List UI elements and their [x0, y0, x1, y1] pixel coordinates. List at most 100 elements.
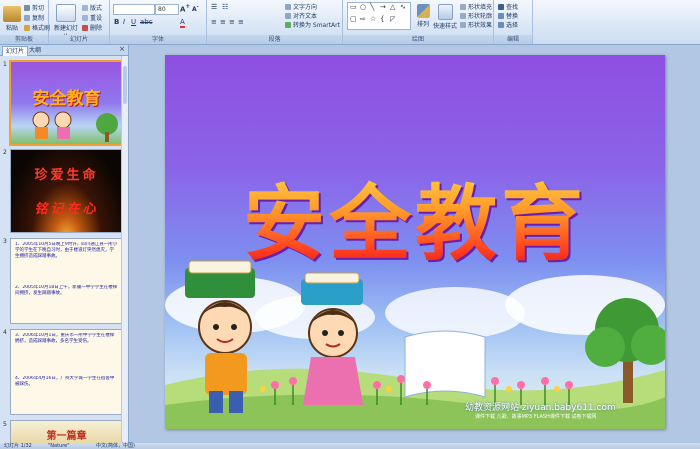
oval-icon: ○ — [360, 3, 367, 11]
current-slide[interactable]: 安全教育 幼教资源网站 ziyuan.baby611.com 课件下载 儿歌、故… — [165, 55, 665, 429]
layout-icon — [82, 5, 88, 11]
shape-outline-button[interactable]: 形状轮廓 — [460, 11, 492, 20]
grow-font-icon[interactable]: A+ — [180, 4, 190, 13]
thumb-kids-illustration — [32, 111, 118, 142]
cursor-icon — [498, 22, 504, 28]
slide-thumbnail-4[interactable]: 3、2006年10月1日，重庆市一所中学学生在楼梯拥挤，造成踩踏事故，多名学生受… — [10, 329, 123, 415]
watermark: 幼教资源网站 ziyuan.baby611.com — [465, 403, 616, 413]
font-name-field[interactable] — [113, 4, 155, 15]
numbering-icon[interactable]: ☷ — [222, 3, 228, 11]
effects-icon — [460, 22, 466, 28]
bullets-icon[interactable]: ☰ — [211, 3, 217, 11]
layout-button[interactable]: 版式 — [82, 3, 102, 12]
copy-button[interactable]: 复制 — [24, 13, 44, 22]
align-left-icon[interactable]: ≡ — [211, 18, 217, 26]
rounded-rect-icon: ▢ — [350, 15, 357, 23]
slide-thumbnail-3[interactable]: 1、2005年10月5日晚上9时许，四川通江县一所小学的学生在下晚自习时，由于楼… — [10, 238, 123, 324]
editing-group: 查找 替换 选择 编辑 — [494, 0, 533, 44]
pane-scroll-thumb[interactable] — [123, 66, 127, 104]
italic-icon[interactable]: I — [123, 18, 125, 26]
drawing-label: 绘图 — [343, 35, 493, 44]
paragraph-label: 段落 — [207, 35, 342, 44]
smartart-icon — [285, 22, 291, 28]
theme-name: "Nature" — [48, 443, 70, 449]
language-indicator[interactable]: 中文(简体，中国) — [96, 443, 135, 449]
star-icon: ☆ — [370, 15, 377, 23]
bold-icon[interactable]: B — [114, 18, 119, 26]
brace-icon: { — [380, 15, 385, 23]
align-right-icon[interactable]: ≡ — [229, 18, 235, 26]
thumb-bullet: 2、2005年10月18日上午，新疆一中学学生在楼梯间拥挤，发生踩踏事故。 — [15, 285, 118, 296]
thumb-number: 1 — [3, 61, 7, 68]
slides-pane: 幻灯片 大纲 × 1 安全教育 2 珍爱生命 铭记在心 3 1、2005年10月… — [0, 45, 129, 444]
slides-group: 新建幻灯片 版式 重设 删除 幻灯片 — [49, 0, 110, 44]
slide-thumbnail-1[interactable]: 安全教育 — [9, 60, 124, 146]
thumb-bullet: 4、2006年4月16日，广州大学城一学生在宿舍中被踩伤。 — [15, 376, 115, 387]
watermark-subtitle: 课件下载 儿歌、故事MP3 FLASH课件下载 试卷下载网 — [475, 414, 597, 420]
rectangle-icon: ▭ — [350, 3, 357, 11]
reset-button[interactable]: 重设 — [82, 13, 102, 22]
align-text-icon — [285, 13, 291, 19]
binoculars-icon — [498, 4, 504, 10]
font-size-field[interactable]: 80 — [155, 4, 179, 15]
paste-icon — [3, 6, 21, 22]
format-painter-button[interactable]: 格式刷 — [24, 23, 50, 32]
text-direction-button[interactable]: 文字方向 — [285, 2, 317, 11]
underline-icon[interactable]: U — [131, 18, 136, 26]
copy-icon — [24, 15, 30, 21]
scissors-icon — [24, 5, 30, 11]
replace-button[interactable]: 替换 — [498, 11, 518, 20]
strikethrough-icon[interactable]: abc — [140, 18, 153, 26]
close-icon[interactable]: × — [119, 45, 125, 53]
clipboard-label: 剪贴板 — [0, 35, 48, 44]
paste-button[interactable]: 粘贴 — [3, 6, 21, 32]
tab-outline[interactable]: 大纲 — [26, 46, 44, 55]
tab-slides[interactable]: 幻灯片 — [2, 46, 29, 56]
thumb-number: 3 — [3, 238, 7, 245]
thumb-bullet: 1、2005年10月5日晚上9时许，四川通江县一所小学的学生在下晚自习时，由于楼… — [15, 242, 118, 259]
triangle-icon: △ — [390, 3, 396, 11]
outline-pen-icon — [460, 13, 466, 19]
font-color-icon[interactable]: A — [180, 18, 185, 28]
select-button[interactable]: 选择 — [498, 20, 518, 29]
arrange-icon — [416, 4, 430, 18]
find-button[interactable]: 查找 — [498, 2, 518, 11]
replace-icon — [498, 13, 504, 19]
quick-styles-button[interactable]: 快速样式 — [433, 4, 457, 30]
shrink-font-icon[interactable]: A- — [192, 4, 199, 13]
thumb-subtitle: 铭记在心 — [34, 202, 99, 217]
slide-title[interactable]: 安全教育 — [165, 157, 665, 276]
shape-fill-button[interactable]: 形状填充 — [460, 2, 492, 11]
curve-icon: ∿ — [400, 3, 406, 11]
quick-styles-icon — [437, 4, 453, 20]
ribbon: 粘贴 剪切 复制 格式刷 剪贴板 新建幻灯片 版式 重设 删除 幻灯片 80 A… — [0, 0, 700, 45]
font-group: 80 A+ A- B I U abc A 字体 — [110, 0, 207, 44]
pane-scrollbar[interactable] — [121, 56, 128, 442]
delete-icon — [82, 25, 88, 31]
slide-thumbnail-2[interactable]: 珍爱生命 铭记在心 — [10, 149, 123, 233]
slide-editor: 安全教育 幼教资源网站 ziyuan.baby611.com 课件下载 儿歌、故… — [129, 45, 700, 443]
slide-thumbnail-5[interactable]: 第一篇章 — [10, 420, 123, 444]
cut-button[interactable]: 剪切 — [24, 3, 44, 12]
editing-label: 编辑 — [494, 35, 532, 44]
justify-icon[interactable]: ≡ — [238, 18, 244, 26]
drawing-group: ▭ ○ ╲ → △ ∿ ▢ ⇨ ☆ { ◸ 排列 快速样式 形状填充 形状轮廓 … — [343, 0, 494, 44]
paragraph-group: ☰ ☷ ≡ ≡ ≡ ≡ 文字方向 对齐文本 转换为 SmartArt 段落 — [207, 0, 343, 44]
right-arrow-icon: ⇨ — [360, 15, 366, 23]
slide-counter: 幻灯片 1/32 — [4, 443, 32, 449]
text-direction-icon — [285, 4, 291, 10]
callout-icon: ◸ — [390, 15, 396, 23]
pane-tabs: 幻灯片 大纲 × — [0, 45, 128, 56]
convert-smartart-button[interactable]: 转换为 SmartArt — [285, 20, 340, 29]
status-bar: 幻灯片 1/32 "Nature" 中文(简体，中国) — [0, 443, 700, 449]
font-label: 字体 — [110, 35, 206, 44]
delete-button[interactable]: 删除 — [82, 23, 102, 32]
shapes-gallery[interactable]: ▭ ○ ╲ → △ ∿ ▢ ⇨ ☆ { ◸ — [347, 2, 411, 30]
shape-effects-button[interactable]: 形状效果 — [460, 20, 492, 29]
align-text-button[interactable]: 对齐文本 — [285, 11, 317, 20]
align-center-icon[interactable]: ≡ — [220, 18, 226, 26]
arrange-button[interactable]: 排列 — [415, 4, 431, 28]
reset-icon — [82, 15, 88, 21]
thumb-bullet: 3、2006年10月1日，重庆市一所中学学生在楼梯拥挤，造成踩踏事故，多名学生受… — [15, 333, 115, 344]
new-slide-icon — [56, 4, 76, 22]
